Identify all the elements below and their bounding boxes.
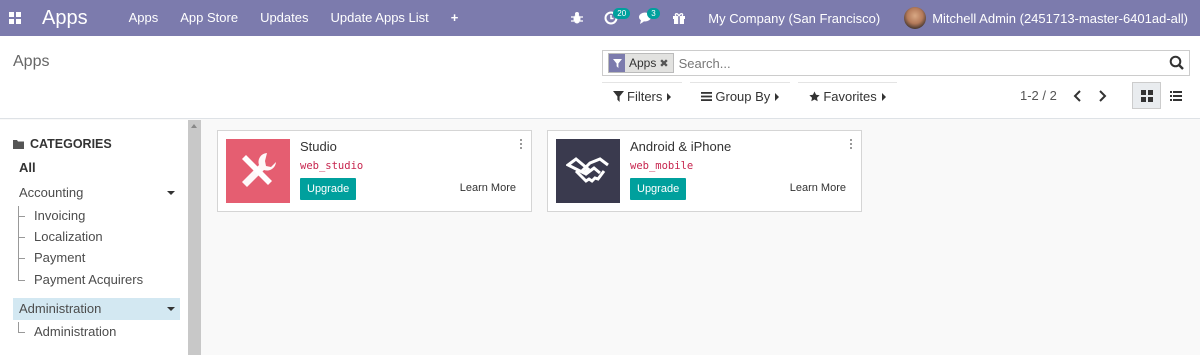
card-menu-icon[interactable] (520, 139, 524, 151)
categories-panel: CATEGORIES All Accounting Invoicing Loca… (0, 120, 188, 355)
avatar (904, 7, 927, 29)
menu-app-store[interactable]: App Store (169, 0, 249, 36)
group-by-label: Group By (715, 89, 771, 104)
app-technical-name: web_mobile (630, 160, 694, 172)
caret-right-icon (775, 92, 780, 101)
tree-branch (18, 237, 25, 238)
bug-icon[interactable] (560, 0, 594, 36)
folder-icon (13, 140, 24, 149)
category-accounting[interactable]: Accounting (13, 182, 180, 204)
upgrade-button[interactable]: Upgrade (630, 178, 687, 200)
bars-icon (701, 92, 713, 101)
menu-plus-button[interactable]: + (440, 0, 470, 36)
learn-more-link[interactable]: Learn More (460, 182, 516, 194)
search-facet: Apps ✖ (608, 53, 674, 73)
app-brand[interactable]: Apps (30, 7, 118, 30)
apps-menu-icon[interactable] (0, 0, 30, 36)
tree-branch (18, 258, 25, 259)
category-accounting-label: Accounting (19, 185, 84, 200)
menu-updates[interactable]: Updates (249, 0, 319, 36)
scroll-up-icon[interactable] (191, 124, 197, 128)
user-menu[interactable]: Mitchell Admin (2451713-master-6401ad-al… (904, 7, 1200, 29)
messages-icon[interactable]: 3 (628, 0, 662, 36)
breadcrumb: Apps (13, 53, 50, 70)
tree-branch (18, 332, 25, 333)
filter-icon (613, 91, 624, 102)
pager-value[interactable]: 1-2 / 2 (1020, 88, 1057, 103)
list-view-icon[interactable] (1161, 82, 1190, 109)
caret-down-icon[interactable] (167, 191, 175, 195)
category-localization[interactable]: Localization (34, 227, 103, 247)
search-input[interactable] (678, 55, 1169, 71)
studio-app-image (226, 139, 290, 203)
tree-line (18, 206, 19, 281)
favorites-button[interactable]: Favorites (798, 82, 897, 110)
user-name: Mitchell Admin (2451713-master-6401ad-al… (932, 10, 1188, 26)
search-options: Filters Group By Favorites (602, 82, 905, 110)
view-switcher (1132, 82, 1190, 109)
sidebar-scrollbar[interactable] (188, 120, 201, 355)
app-card-android-iphone[interactable]: Android & iPhone web_mobile Upgrade Lear… (547, 130, 862, 212)
kanban-view-icon[interactable] (1132, 82, 1161, 109)
tree-branch (18, 280, 25, 281)
search-bar: Apps ✖ (602, 50, 1190, 76)
category-administration-sub[interactable]: Administration (34, 322, 116, 342)
search-icon[interactable] (1169, 55, 1185, 71)
filter-icon (609, 54, 625, 72)
messages-count-badge: 3 (647, 8, 660, 19)
facet-value: Apps (629, 56, 657, 70)
gift-icon[interactable] (662, 0, 696, 36)
menu-apps[interactable]: Apps (118, 0, 170, 36)
group-by-button[interactable]: Group By (690, 82, 791, 110)
pager-previous-icon[interactable] (1070, 88, 1084, 104)
category-payment[interactable]: Payment (34, 248, 85, 268)
app-name: Android & iPhone (630, 139, 732, 154)
control-panel: Apps Apps ✖ Filters Group By Favorites (0, 36, 1200, 119)
main-menu: Apps App Store Updates Update Apps List … (118, 0, 470, 36)
category-administration[interactable]: Administration (13, 298, 180, 320)
pager-next-icon[interactable] (1095, 88, 1109, 104)
app-technical-name: web_studio (300, 160, 364, 172)
facet-remove-icon[interactable]: ✖ (659, 57, 672, 70)
systray: 20 3 My Company (San Francisco) Mitchell… (560, 0, 1200, 36)
tools-icon (242, 153, 276, 187)
handshake-icon (566, 157, 609, 183)
app-card-studio[interactable]: Studio web_studio Upgrade Learn More (217, 130, 532, 212)
mobile-app-image (556, 139, 620, 203)
star-icon (809, 91, 820, 102)
category-all[interactable]: All (13, 157, 180, 179)
caret-right-icon (881, 92, 886, 101)
category-administration-label: Administration (19, 301, 102, 316)
top-navbar: Apps Apps App Store Updates Update Apps … (0, 0, 1200, 36)
caret-right-icon (667, 92, 672, 101)
favorites-label: Favorites (823, 89, 877, 104)
company-switcher[interactable]: My Company (San Francisco) (696, 11, 904, 26)
categories-title-label: CATEGORIES (30, 137, 112, 151)
filters-label: Filters (627, 89, 663, 104)
filters-button[interactable]: Filters (602, 82, 683, 110)
activity-clock-icon[interactable]: 20 (594, 0, 631, 36)
learn-more-link[interactable]: Learn More (790, 182, 846, 194)
caret-down-icon[interactable] (167, 307, 175, 311)
category-invoicing[interactable]: Invoicing (34, 206, 85, 226)
category-payment-acquirers[interactable]: Payment Acquirers (34, 270, 143, 290)
tree-branch (18, 216, 25, 217)
upgrade-button[interactable]: Upgrade (300, 178, 357, 200)
categories-title: CATEGORIES (13, 137, 112, 151)
menu-update-apps-list[interactable]: Update Apps List (319, 0, 439, 36)
card-menu-icon[interactable] (850, 139, 854, 151)
tree-line (18, 322, 19, 332)
app-name: Studio (300, 139, 337, 154)
